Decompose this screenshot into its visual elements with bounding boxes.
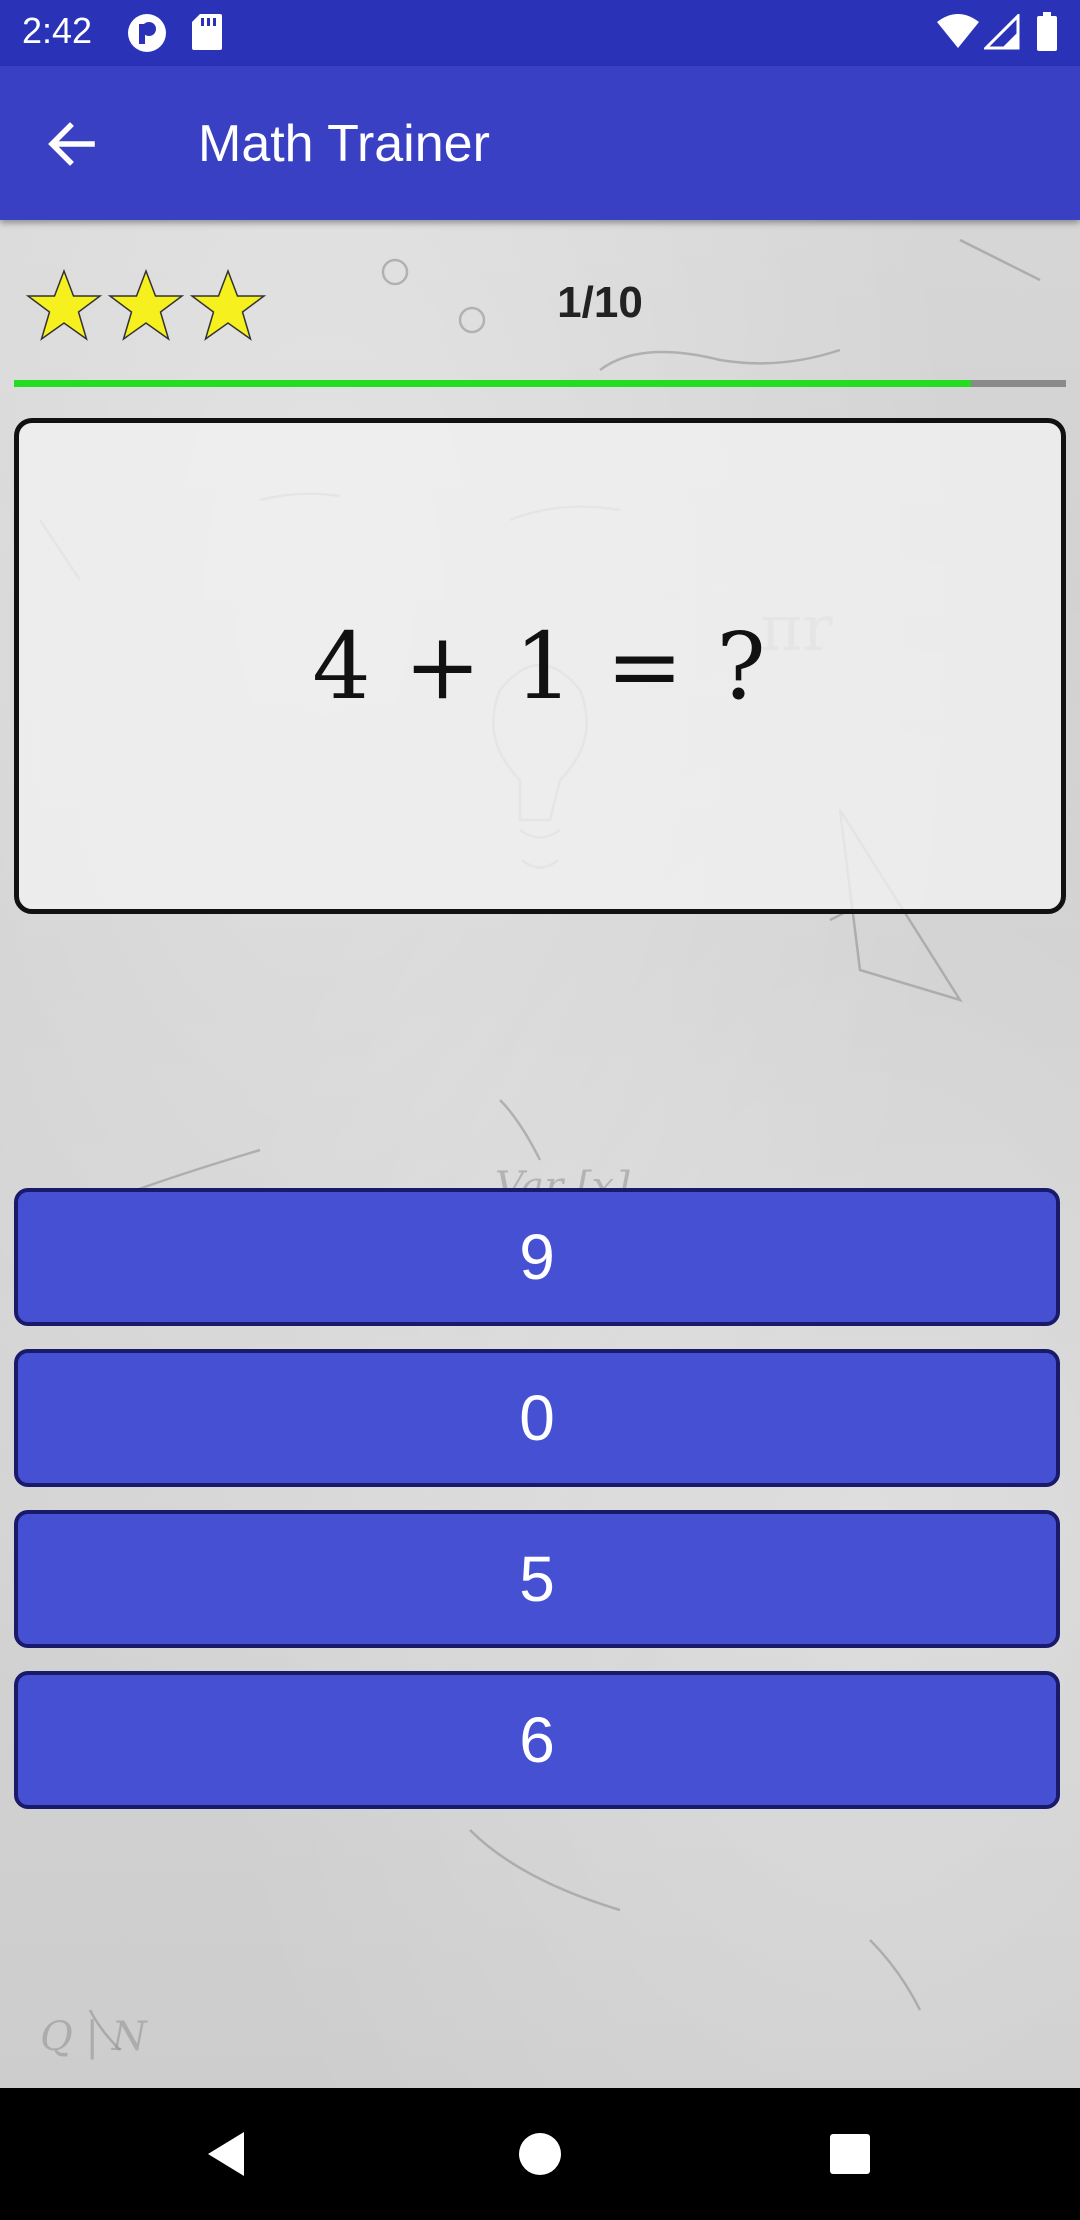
back-triangle-icon xyxy=(208,2132,244,2176)
sd-card-icon xyxy=(190,12,224,57)
answer-button[interactable]: 6 xyxy=(14,1671,1060,1809)
question-card: 4 + 1 = ? xyxy=(14,418,1066,914)
navigation-bar xyxy=(0,2088,1080,2220)
star-icon xyxy=(25,268,103,341)
back-button[interactable] xyxy=(40,112,104,176)
answer-button[interactable]: 0 xyxy=(14,1349,1060,1487)
notification-app-icon xyxy=(126,12,168,59)
home-circle-icon xyxy=(519,2133,561,2175)
arrow-left-icon xyxy=(40,122,104,180)
screen: 2:42 Math Trainer Var [x] Q | N 1/10 4 +… xyxy=(0,0,1080,2220)
nav-recents-button[interactable] xyxy=(818,2122,882,2186)
recents-square-icon xyxy=(830,2134,870,2174)
nav-home-button[interactable] xyxy=(508,2122,572,2186)
progress-bar-fill xyxy=(14,380,972,387)
wifi-icon xyxy=(936,14,980,55)
app-title: Math Trainer xyxy=(198,115,490,173)
status-bar: 2:42 xyxy=(0,0,1080,66)
progress-bar xyxy=(14,380,1066,387)
nav-back-button[interactable] xyxy=(194,2122,258,2186)
star-icon xyxy=(189,268,267,341)
signal-icon xyxy=(982,12,1020,55)
rating-stars xyxy=(24,266,268,346)
question-text: 4 + 1 = ? xyxy=(312,612,768,720)
status-time: 2:42 xyxy=(22,10,93,51)
star-icon xyxy=(107,268,185,341)
app-bar: Math Trainer xyxy=(0,66,1080,220)
question-counter: 1/10 xyxy=(557,278,643,327)
answer-button[interactable]: 9 xyxy=(14,1188,1060,1326)
answer-button[interactable]: 5 xyxy=(14,1510,1060,1648)
quiz-content: Var [x] mod 2 ≡ 1 Q | N πr 1/10 4 + 1 = … xyxy=(0,220,1080,2088)
battery-icon xyxy=(1036,12,1058,57)
svg-text:Q | N: Q | N xyxy=(40,2014,149,2060)
